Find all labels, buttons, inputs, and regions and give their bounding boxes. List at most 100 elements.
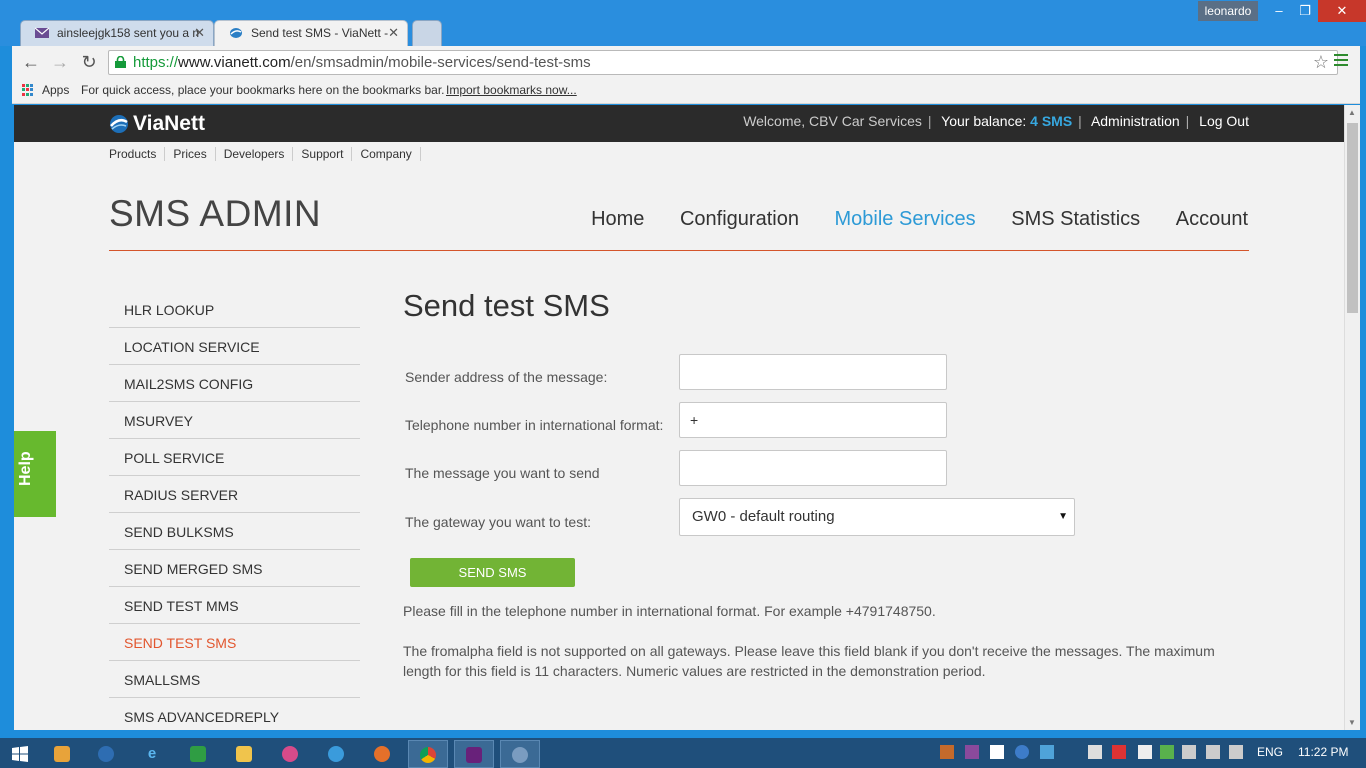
import-bookmarks-link[interactable]: Import bookmarks now...	[446, 78, 577, 102]
sidemenu-item[interactable]: SEND MERGED SMS	[109, 550, 360, 587]
phone-label: Telephone number in international format…	[405, 417, 664, 433]
phone-format-hint: Please fill in the telephone number in i…	[403, 603, 936, 619]
logo-text: ViaNett	[133, 112, 205, 135]
scroll-down-icon[interactable]: ▼	[1348, 718, 1356, 727]
network-status-icon[interactable]	[1206, 745, 1220, 759]
internet-explorer-icon[interactable]: e	[132, 740, 172, 768]
sidemenu-item[interactable]: POLL SERVICE	[109, 439, 360, 476]
security-icon[interactable]	[1112, 745, 1126, 759]
new-tab-button[interactable]	[412, 20, 442, 46]
administration-link[interactable]: Administration	[1091, 113, 1180, 129]
back-button[interactable]: ←	[20, 50, 42, 74]
forward-button[interactable]: →	[49, 50, 71, 74]
nav-mobile-services[interactable]: Mobile Services	[835, 208, 976, 230]
sidemenu-item-active[interactable]: SEND TEST SMS	[109, 624, 360, 661]
action-center-flag-icon[interactable]	[1088, 745, 1102, 759]
sidemenu-item[interactable]: MAIL2SMS CONFIG	[109, 365, 360, 402]
tab-label: ainsleejgk158 sent you a n	[57, 26, 200, 40]
nav-configuration[interactable]: Configuration	[680, 208, 799, 230]
sender-label: Sender address of the message:	[405, 369, 608, 385]
gateway-label: The gateway you want to test:	[405, 514, 591, 530]
tray-app-icon[interactable]	[940, 745, 954, 759]
help-label: Help	[17, 451, 34, 486]
tab-mail[interactable]: ainsleejgk158 sent you a n ✕	[20, 20, 214, 46]
dropdown-arrow-icon: ▼	[1058, 511, 1068, 522]
battery-icon[interactable]	[1138, 745, 1152, 759]
tray-vs-icon[interactable]	[965, 745, 979, 759]
scrollbar-thumb[interactable]	[1347, 123, 1358, 313]
system-clock[interactable]: 11:22 PM	[1298, 745, 1348, 759]
nav-sms-statistics[interactable]: SMS Statistics	[1011, 208, 1140, 230]
mail-icon	[35, 27, 49, 38]
minimize-button[interactable]: –	[1266, 0, 1292, 22]
windows-taskbar: e ENG 11:22 PM	[0, 738, 1366, 768]
subnav-products[interactable]: Products	[109, 147, 166, 161]
sidemenu-item[interactable]: LOCATION SERVICE	[109, 328, 360, 365]
welcome-text: Welcome, CBV Car Services	[743, 113, 922, 129]
site-subnav: Products Prices Developers Support Company	[109, 147, 421, 161]
store-icon[interactable]	[178, 740, 218, 768]
user-badge: leonardo	[1198, 1, 1258, 21]
sidemenu-item[interactable]: SEND TEST MMS	[109, 587, 360, 624]
network-app-icon[interactable]	[500, 740, 540, 768]
nav-account[interactable]: Account	[1176, 208, 1248, 230]
nav-home[interactable]: Home	[591, 208, 644, 230]
browser-toolbar: ← → ↻ https://www.vianett.com/en/smsadmi…	[12, 46, 1360, 78]
speaker-icon[interactable]	[1182, 745, 1196, 759]
address-bar[interactable]: https://www.vianett.com/en/smsadmin/mobi…	[108, 50, 1338, 75]
site-topbar: ViaNett Welcome, CBV Car Services | Your …	[14, 105, 1344, 142]
bluetooth-icon[interactable]	[1015, 745, 1029, 759]
balance-value: 4 SMS	[1030, 113, 1073, 129]
gateway-select[interactable]: GW0 - default routing ▼	[679, 498, 1075, 536]
maximize-button[interactable]: ❐	[1292, 0, 1318, 22]
file-explorer-icon[interactable]	[224, 740, 264, 768]
tab-close-icon[interactable]: ✕	[194, 21, 205, 45]
sidemenu-item[interactable]: RADIUS SERVER	[109, 476, 360, 513]
page-title: Send test SMS	[403, 288, 610, 323]
firefox-icon[interactable]	[362, 740, 402, 768]
language-indicator[interactable]: ENG	[1257, 745, 1283, 759]
window-titlebar: leonardo – ❐ ✕ ainsleejgk158 sent you a …	[0, 0, 1366, 46]
subnav-prices[interactable]: Prices	[165, 147, 216, 161]
visual-studio-icon[interactable]	[454, 740, 494, 768]
sidemenu-item[interactable]: SMS ADVANCEDREPLY	[109, 698, 360, 730]
vianett-logo[interactable]: ViaNett	[109, 111, 205, 137]
start-icon[interactable]	[0, 740, 40, 768]
chrome-menu-icon[interactable]	[1334, 54, 1348, 68]
close-window-button[interactable]: ✕	[1318, 0, 1366, 22]
subnav-support[interactable]: Support	[293, 147, 353, 161]
subnav-developers[interactable]: Developers	[216, 147, 294, 161]
send-sms-button[interactable]: SEND SMS	[410, 558, 575, 587]
scroll-up-icon[interactable]: ▲	[1348, 108, 1356, 117]
url-path: /en/smsadmin/mobile-services/send-test-s…	[290, 54, 591, 71]
sender-input[interactable]	[679, 354, 947, 390]
apps-folder-icon[interactable]	[42, 740, 82, 768]
admin-title: SMS ADMIN	[109, 193, 322, 234]
tray-windows-icon[interactable]	[990, 745, 1004, 759]
subnav-company[interactable]: Company	[352, 147, 421, 161]
logout-link[interactable]: Log Out	[1199, 113, 1249, 129]
bookmark-star-icon[interactable]: ☆	[1313, 51, 1329, 74]
vianett-favicon-icon	[230, 28, 242, 38]
apps-link[interactable]: Apps	[42, 78, 69, 102]
tab-send-test-sms[interactable]: Send test SMS - ViaNett - ✕	[214, 20, 408, 46]
message-input[interactable]	[679, 450, 947, 486]
sidemenu-item[interactable]: MSURVEY	[109, 402, 360, 439]
page-scrollbar[interactable]: ▲ ▼	[1344, 105, 1360, 730]
photos-app-icon[interactable]	[270, 740, 310, 768]
apps-grid-icon[interactable]	[22, 84, 34, 96]
shield-icon[interactable]	[1160, 745, 1174, 759]
chrome-icon[interactable]	[408, 740, 448, 768]
reload-button[interactable]: ↻	[78, 50, 100, 74]
camera-app-icon[interactable]	[86, 740, 126, 768]
tab-close-icon[interactable]: ✕	[388, 21, 399, 45]
tray-network-icon[interactable]	[1040, 745, 1054, 759]
help-button[interactable]: Help	[14, 431, 56, 517]
sidemenu-item[interactable]: SEND BULKSMS	[109, 513, 360, 550]
steam-like-icon[interactable]	[316, 740, 356, 768]
sidemenu-item[interactable]: SMALLSMS	[109, 661, 360, 698]
message-label: The message you want to send	[405, 465, 600, 481]
phone-input[interactable]: +	[679, 402, 947, 438]
sidemenu-item[interactable]: HLR LOOKUP	[109, 291, 360, 328]
volume-icon[interactable]	[1229, 745, 1243, 759]
